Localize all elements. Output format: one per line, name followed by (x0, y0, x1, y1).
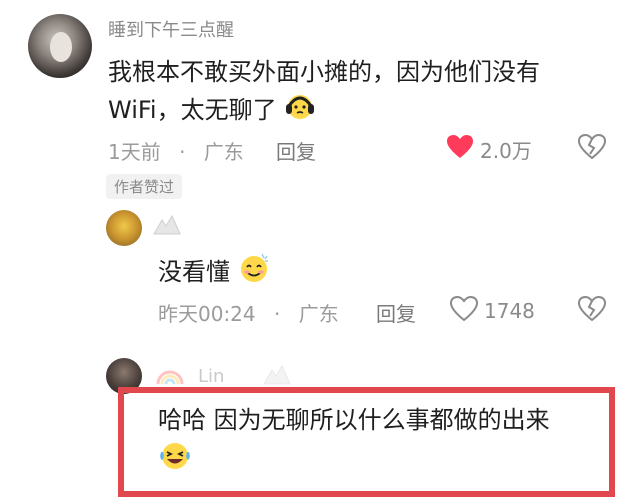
broken-heart-icon[interactable] (577, 133, 607, 164)
username-reply2[interactable]: Lin (198, 366, 224, 387)
meta-separator: · (179, 140, 186, 164)
username-main[interactable]: 睡到下午三点醒 (108, 16, 234, 42)
comment-main-text: 我根本不敢买外面小摊的，因为他们没有 (108, 58, 540, 86)
like-button-reply1[interactable]: 1748 (449, 295, 535, 326)
heart-filled-icon (446, 134, 474, 164)
headphones-emoji-icon (284, 90, 316, 132)
laughing-tears-emoji-icon (158, 440, 192, 476)
timestamp: 昨天00:24 (158, 302, 256, 326)
heart-outline-icon (449, 295, 479, 326)
rainbow-icon (156, 364, 184, 388)
blushing-smile-emoji-icon (238, 252, 270, 294)
comment-reply2-text: 哈哈 因为无聊所以什么事都做的出来 (158, 406, 550, 434)
avatar-main-user[interactable] (28, 14, 92, 78)
reply-button-main[interactable]: 回复 (276, 136, 316, 165)
broken-heart-icon[interactable] (577, 295, 607, 326)
author-liked-badge: 作者赞过 (106, 174, 183, 199)
like-count-reply1: 1748 (484, 299, 535, 323)
comment-main-meta: 1天前 · 广东 (108, 136, 244, 165)
like-count-main: 2.0万 (480, 138, 532, 163)
user-level-icon (152, 214, 182, 238)
user-level-icon (262, 364, 292, 388)
comment-main-text-line2: WiFi，太无聊了 (108, 90, 316, 132)
location: 广东 (203, 140, 244, 164)
comment-reply1-meta: 昨天00:24 · 广东 (158, 298, 339, 327)
meta-separator: · (274, 302, 281, 326)
timestamp: 1天前 (108, 140, 161, 164)
location: 广东 (298, 302, 339, 326)
comment-reply1-text: 没看懂 (158, 252, 270, 294)
like-button-main[interactable]: 2.0万 (446, 134, 532, 164)
reply-button-reply1[interactable]: 回复 (376, 298, 416, 327)
avatar-reply1-user[interactable] (106, 210, 142, 246)
